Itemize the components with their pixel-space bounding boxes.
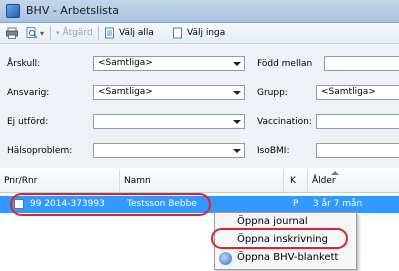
- isobmi-label: IsoBMI:: [257, 146, 290, 156]
- menu-highlight-ring: [211, 228, 348, 249]
- select-none-button[interactable]: Välj inga: [172, 26, 225, 40]
- isobmi-select[interactable]: [316, 143, 399, 158]
- filter-panel: Årskull: <Samtliga> Ansvarig: <Samtliga>…: [0, 44, 399, 168]
- ej-utford-select[interactable]: [93, 114, 245, 129]
- grupp-select[interactable]: <Samtliga>: [316, 85, 399, 100]
- preview-button[interactable]: ▾: [26, 26, 44, 40]
- action-menu-button[interactable]: ▾ Åtgärd: [56, 26, 93, 40]
- vaccination-select[interactable]: [316, 114, 399, 129]
- column-header-pnr[interactable]: Pnr/Rnr: [0, 170, 120, 192]
- arskull-label: Årskull:: [7, 59, 41, 69]
- chevron-down-icon: ▾: [56, 29, 60, 37]
- printer-icon: [6, 27, 18, 39]
- column-header-alder[interactable]: Ålder: [308, 170, 399, 192]
- fodd-mellan-input[interactable]: [324, 56, 399, 71]
- halsoproblem-select[interactable]: [93, 143, 245, 158]
- cell-alder: 3 år 7 mån: [313, 199, 363, 209]
- ansvarig-label: Ansvarig:: [7, 88, 50, 98]
- toolbar-separator: [98, 26, 99, 40]
- chevron-down-icon: [233, 120, 241, 124]
- window-title: BHV - Arbetslista: [26, 4, 120, 17]
- app-icon: [6, 4, 20, 18]
- toolbar-separator: [50, 26, 51, 40]
- blankett-icon: [219, 252, 232, 265]
- grupp-label: Grupp:: [257, 88, 288, 98]
- cell-k: P: [293, 199, 299, 209]
- chevron-down-icon: ▾: [40, 28, 45, 38]
- chevron-down-icon: [233, 91, 241, 95]
- fodd-mellan-label: Född mellan: [257, 59, 313, 69]
- menu-item-oppna-bhv-blankett[interactable]: Öppna BHV-blankett: [215, 250, 356, 267]
- select-none-icon: [172, 27, 184, 39]
- select-all-button[interactable]: Välj alla: [104, 26, 154, 40]
- row-highlight-ring: [10, 193, 211, 216]
- arskull-select[interactable]: <Samtliga>: [93, 56, 245, 71]
- print-button[interactable]: [6, 26, 18, 40]
- grid-header: Pnr/Rnr Namn K Ålder: [0, 170, 399, 193]
- chevron-down-icon: [233, 149, 241, 153]
- ej-utford-label: Ej utförd:: [7, 117, 49, 127]
- title-bar: BHV - Arbetslista: [0, 0, 399, 23]
- toolbar: ▾ ▾ Åtgärd Välj alla Välj inga: [0, 23, 399, 44]
- chevron-down-icon: [233, 62, 241, 66]
- column-header-namn[interactable]: Namn: [120, 170, 284, 192]
- select-all-icon: [104, 27, 116, 39]
- halsoproblem-label: Hälsoproblem:: [7, 146, 73, 156]
- sort-ascending-icon: [331, 171, 339, 175]
- vaccination-label: Vaccination:: [257, 117, 312, 127]
- ansvarig-select[interactable]: <Samtliga>: [93, 85, 245, 100]
- column-header-k[interactable]: K: [284, 170, 308, 192]
- magnifier-doc-icon: [26, 27, 38, 39]
